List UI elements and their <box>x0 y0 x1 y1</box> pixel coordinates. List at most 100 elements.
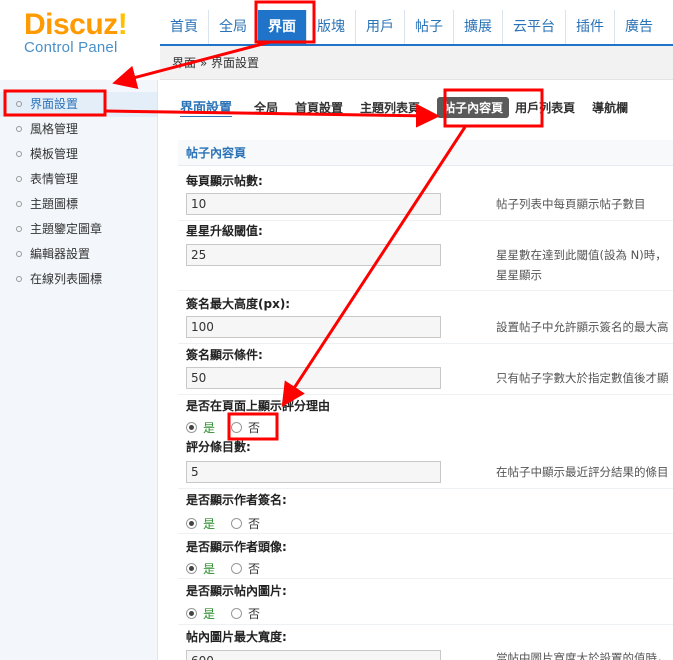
sidebar-item-label: 在線列表圖標 <box>30 272 103 286</box>
field-label: 評分條目數: <box>186 440 251 454</box>
radio-yes-label: 是 <box>203 607 216 621</box>
bullet-icon <box>16 201 22 207</box>
divider <box>178 290 673 291</box>
show-images-radios: 是 否 <box>186 605 260 622</box>
top-nav: 首頁 全局 界面 版塊 用戶 帖子 擴展 云平台 插件 廣告 <box>160 10 663 46</box>
subtab-thread-list[interactable]: 主題列表頁 <box>360 99 420 116</box>
field-label: 是否顯示帖內圖片: <box>186 584 287 598</box>
subtabs: 界面設置 全局 首頁設置 主題列表頁 帖子內容頁 用戶列表頁 導航欄 <box>180 96 645 118</box>
radio-no[interactable] <box>231 563 243 574</box>
radio-no-label: 否 <box>248 607 261 621</box>
field-hint: 帖子列表中每頁顯示帖子數目 <box>496 197 646 211</box>
topnav-tab-extensions[interactable]: 擴展 <box>453 10 502 44</box>
sidebar-item-templates[interactable]: 模板管理 <box>0 142 157 167</box>
field-hint: 設置帖子中允許顯示簽名的最大高 <box>496 320 669 334</box>
radio-no-label: 否 <box>248 562 261 576</box>
divider <box>178 220 673 221</box>
field-label: 簽名最大高度(px): <box>186 297 291 311</box>
sidebar-item-online-icons[interactable]: 在線列表圖標 <box>0 267 157 292</box>
field-label: 是否顯示作者頭像: <box>186 540 287 554</box>
sidebar-item-label: 表情管理 <box>30 172 79 186</box>
sidebar-item-label: 編輯器設置 <box>30 247 91 261</box>
rate-reason-radios: 是 否 <box>186 419 260 436</box>
sidebar: 界面設置 風格管理 模板管理 表情管理 主題圖標 主題鑒定圖章 編輯器設置 在線… <box>0 80 158 660</box>
divider <box>178 624 673 625</box>
rate-count-input[interactable]: 5 <box>186 461 441 483</box>
field-hint: 星星數在達到此閾值(設為 N)時， <box>496 248 667 262</box>
divider <box>178 394 673 395</box>
main-content: 界面設置 全局 首頁設置 主題列表頁 帖子內容頁 用戶列表頁 導航欄 帖子內容頁… <box>160 80 673 660</box>
subtab-member-list[interactable]: 用戶列表頁 <box>515 99 575 116</box>
radio-yes[interactable] <box>186 518 197 529</box>
field-label: 是否顯示作者簽名: <box>186 493 287 507</box>
field-label: 每頁顯示帖數: <box>186 174 263 188</box>
subtabs-title: 界面設置 <box>180 97 233 117</box>
subtab-post-view[interactable]: 帖子內容頁 <box>437 96 510 118</box>
divider <box>178 533 673 534</box>
bullet-icon <box>16 226 22 232</box>
topnav-tab-posts[interactable]: 帖子 <box>404 10 453 44</box>
sidebar-item-stamps[interactable]: 主題鑒定圖章 <box>0 217 157 242</box>
radio-no[interactable] <box>231 422 243 433</box>
topnav-tab-ads[interactable]: 廣告 <box>614 10 663 44</box>
radio-yes-label: 是 <box>203 562 216 576</box>
radio-yes[interactable] <box>186 608 197 619</box>
bullet-icon <box>16 176 22 182</box>
field-label: 星星升級閾值: <box>186 224 263 238</box>
field-label: 簽名顯示條件: <box>186 348 263 362</box>
sidebar-item-label: 主題圖標 <box>30 197 79 211</box>
radio-yes[interactable] <box>186 563 197 574</box>
subtab-home[interactable]: 首頁設置 <box>295 99 343 116</box>
radio-no-label: 否 <box>248 421 261 435</box>
sidebar-item-smilies[interactable]: 表情管理 <box>0 167 157 192</box>
sidebar-item-label: 主題鑒定圖章 <box>30 222 103 236</box>
radio-yes-label: 是 <box>203 421 216 435</box>
subtab-global[interactable]: 全局 <box>254 99 278 116</box>
topnav-tab-home[interactable]: 首頁 <box>160 10 208 44</box>
posts-per-page-input[interactable]: 10 <box>186 193 441 215</box>
sidebar-item-styles[interactable]: 風格管理 <box>0 117 157 142</box>
sidebar-item-label: 風格管理 <box>30 122 79 136</box>
divider <box>178 343 673 344</box>
show-signature-radios: 是 否 <box>186 515 260 532</box>
topnav-tab-global[interactable]: 全局 <box>208 10 257 44</box>
subtab-navbar[interactable]: 導航欄 <box>592 99 628 116</box>
radio-yes-label: 是 <box>203 517 216 531</box>
field-hint: 星星顯示 <box>496 268 542 282</box>
signature-condition-input[interactable]: 50 <box>186 367 441 389</box>
sidebar-item-label: 模板管理 <box>30 147 79 161</box>
divider <box>178 578 673 579</box>
topnav-tab-plugins[interactable]: 插件 <box>565 10 614 44</box>
logo-bang: ! <box>117 8 128 41</box>
radio-no-label: 否 <box>248 517 261 531</box>
sidebar-item-thread-icons[interactable]: 主題圖標 <box>0 192 157 217</box>
field-hint: 當帖中圖片寬度大於設置的值時， <box>496 651 669 660</box>
divider <box>178 488 673 489</box>
section-title: 帖子內容頁 <box>178 140 673 166</box>
radio-yes[interactable] <box>186 422 197 433</box>
field-label: 帖內圖片最大寬度: <box>186 630 287 644</box>
logo: Discuz! Control Panel <box>24 8 128 56</box>
breadcrumb: 界面 » 界面設置 <box>160 46 673 80</box>
topnav-tab-forums[interactable]: 版塊 <box>306 10 355 44</box>
sidebar-item-label: 界面設置 <box>30 97 79 111</box>
topnav-tab-cloud[interactable]: 云平台 <box>502 10 565 44</box>
settings-section: 帖子內容頁 每頁顯示帖數: 10 帖子列表中每頁顯示帖子數目 星星升級閾值: 2… <box>178 140 673 660</box>
radio-no[interactable] <box>231 608 243 619</box>
sidebar-item-editor[interactable]: 編輯器設置 <box>0 242 157 267</box>
field-hint: 在帖子中顯示最近評分結果的條目 <box>496 465 669 479</box>
topnav-tab-interface[interactable]: 界面 <box>257 10 306 46</box>
signature-height-input[interactable]: 100 <box>186 316 441 338</box>
bullet-icon <box>16 276 22 282</box>
bullet-icon <box>16 251 22 257</box>
sidebar-item-interface-settings[interactable]: 界面設置 <box>0 92 157 117</box>
field-label: 是否在頁面上顯示評分理由 <box>186 399 331 413</box>
bullet-icon <box>16 126 22 132</box>
topnav-tab-users[interactable]: 用戶 <box>355 10 404 44</box>
bullet-icon <box>16 101 22 107</box>
star-threshold-input[interactable]: 25 <box>186 244 441 266</box>
radio-no[interactable] <box>231 518 243 529</box>
image-width-input[interactable]: 600 <box>186 650 441 660</box>
bullet-icon <box>16 151 22 157</box>
field-hint: 只有帖子字數大於指定數值後才顯 <box>496 371 669 385</box>
